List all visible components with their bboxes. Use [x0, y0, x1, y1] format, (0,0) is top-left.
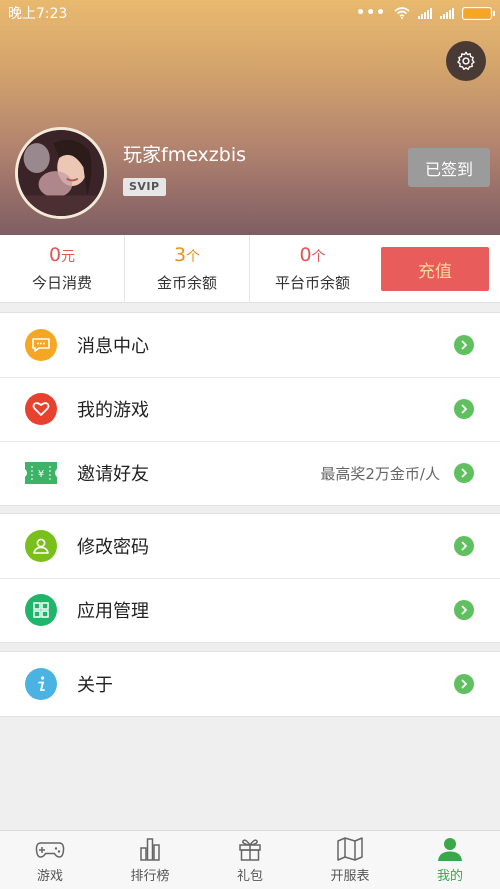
gear-icon — [457, 51, 475, 70]
chevron-right-icon — [454, 335, 474, 355]
gamepad-icon — [35, 842, 65, 858]
svg-text:¥: ¥ — [38, 469, 44, 480]
nav-label: 礼包 — [236, 869, 263, 884]
gift-icon — [239, 839, 261, 861]
stat-value: 3 — [173, 244, 187, 266]
message-bubble-icon — [25, 329, 57, 361]
account-stats: 0元 今日消费 3个 金币余额 0个 平台币余额 充值 — [0, 235, 500, 303]
signal-icon — [418, 7, 432, 19]
signed-in-button[interactable]: 已签到 — [408, 148, 490, 187]
stat-value: 0 — [48, 244, 62, 266]
nav-tab-games[interactable]: 游戏 — [0, 831, 100, 889]
invite-reward-text: 最高奖2万金币/人 — [320, 464, 440, 483]
username: 玩家fmexzbis — [123, 144, 247, 166]
stat-label: 金币余额 — [156, 274, 217, 292]
signal-icon — [440, 7, 454, 19]
menu-label: 消息中心 — [77, 336, 149, 357]
map-icon — [337, 837, 363, 861]
menu-label: 关于 — [77, 675, 113, 696]
chevron-right-icon — [454, 600, 474, 620]
nav-tab-gift-packs[interactable]: 礼包 — [200, 831, 300, 889]
nav-label: 排行榜 — [130, 869, 170, 884]
user-icon — [438, 838, 462, 861]
stat-gold-balance[interactable]: 3个 金币余额 — [125, 235, 250, 302]
recharge-button[interactable]: 充值 — [381, 247, 489, 291]
menu-label: 我的游戏 — [77, 400, 149, 421]
profile-header: 晚上7:23 ••• 玩家fmexzbis SVIP 已签到 — [0, 0, 500, 235]
menu-group-1: 消息中心 我的游戏 ¥ 邀请好友 最高奖2万金币/人 — [0, 312, 500, 506]
chevron-right-icon — [454, 674, 474, 694]
menu-group-2: 修改密码 应用管理 — [0, 513, 500, 643]
menu-label: 应用管理 — [77, 601, 149, 622]
status-time: 晚上7:23 — [8, 6, 68, 22]
chevron-right-icon — [454, 536, 474, 556]
menu-label: 修改密码 — [77, 537, 149, 558]
avatar-photo — [18, 130, 104, 216]
menu-item-app-management[interactable]: 应用管理 — [0, 578, 500, 642]
stat-unit: 个 — [311, 249, 326, 265]
nav-tab-server-schedule[interactable]: 开服表 — [300, 831, 400, 889]
menu-item-message-center[interactable]: 消息中心 — [0, 313, 500, 377]
nav-label: 开服表 — [330, 869, 370, 884]
bar-chart-icon — [140, 838, 160, 861]
menu-item-invite-friends[interactable]: ¥ 邀请好友 最高奖2万金币/人 — [0, 441, 500, 505]
chevron-right-icon — [454, 463, 474, 483]
menu-item-about[interactable]: 关于 — [0, 652, 500, 716]
status-bar: 晚上7:23 ••• — [0, 0, 500, 26]
more-dots-icon: ••• — [356, 5, 386, 21]
battery-icon — [462, 6, 495, 20]
nav-label: 我的 — [436, 869, 463, 884]
stat-unit: 个 — [186, 249, 201, 265]
wifi-icon — [394, 7, 410, 19]
avatar[interactable] — [15, 127, 107, 219]
stat-unit: 元 — [61, 249, 76, 265]
stat-label: 今日消费 — [31, 274, 92, 292]
stat-value: 0 — [299, 244, 312, 266]
user-icon — [25, 530, 57, 562]
heart-icon — [25, 393, 57, 425]
vip-badge: SVIP — [123, 178, 166, 196]
stat-today-spending[interactable]: 0元 今日消费 — [0, 235, 125, 302]
nav-tab-rankings[interactable]: 排行榜 — [100, 831, 200, 889]
bottom-nav: 游戏 排行榜 礼包 开服表 我的 — [0, 830, 500, 889]
menu-group-3: 关于 — [0, 651, 500, 717]
menu-item-change-password[interactable]: 修改密码 — [0, 514, 500, 578]
nav-label: 游戏 — [36, 869, 63, 884]
ticket-icon: ¥ — [25, 457, 57, 489]
menu-label: 邀请好友 — [77, 464, 149, 485]
grid-icon — [25, 594, 57, 626]
stat-label: 平台币余额 — [274, 274, 350, 292]
settings-button[interactable] — [446, 41, 486, 81]
chevron-right-icon — [454, 399, 474, 419]
menu-item-my-games[interactable]: 我的游戏 — [0, 377, 500, 441]
info-icon — [25, 668, 57, 700]
nav-tab-mine[interactable]: 我的 — [400, 831, 500, 889]
stat-platform-coin-balance[interactable]: 0个 平台币余额 — [250, 235, 375, 302]
